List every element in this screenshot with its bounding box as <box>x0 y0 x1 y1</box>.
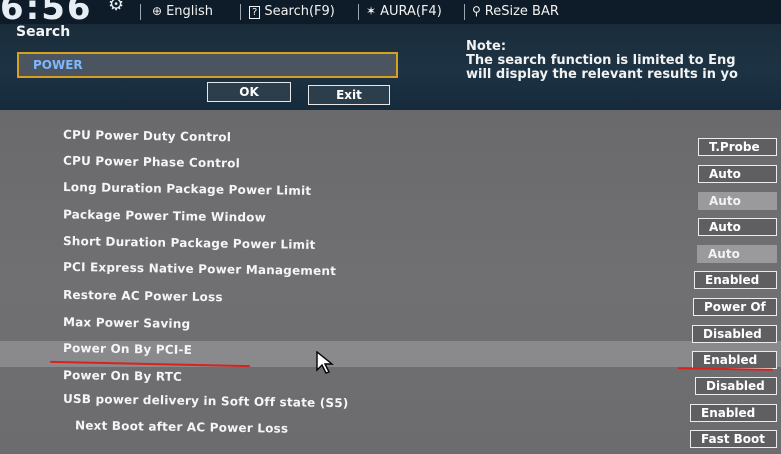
note-line-1: The search function is limited to Eng <box>466 53 736 68</box>
setting-value[interactable]: Disabled <box>692 325 777 343</box>
note-title: Note: <box>466 39 507 54</box>
search-input[interactable]: POWER <box>17 52 398 78</box>
ok-button[interactable]: OK <box>207 82 291 102</box>
search-button[interactable]: ? Search(F9) <box>249 4 335 19</box>
resize-bar-button[interactable]: ⚲ ReSize BAR <box>472 4 559 19</box>
resize-bar-icon: ⚲ <box>472 4 481 18</box>
setting-value: Auto <box>698 192 777 210</box>
note-line-2: will display the relevant results in yo <box>466 67 738 82</box>
search-panel: Search POWER Note: The search function i… <box>0 24 781 110</box>
setting-value[interactable]: Enabled <box>692 351 777 369</box>
setting-value[interactable]: Disabled <box>695 377 777 395</box>
search-key-icon: ? <box>249 6 261 19</box>
setting-label[interactable]: Restore AC Power Loss <box>63 288 223 305</box>
divider <box>464 4 465 20</box>
setting-label[interactable]: CPU Power Phase Control <box>63 154 240 171</box>
setting-label[interactable]: Max Power Saving <box>63 315 191 331</box>
setting-label[interactable]: Power On By RTC <box>63 368 182 384</box>
setting-value[interactable]: Auto <box>698 218 777 236</box>
setting-value[interactable]: Enabled <box>690 404 777 422</box>
search-title: Search <box>16 24 71 40</box>
aura-icon: ✶ <box>366 4 377 18</box>
setting-value[interactable]: Fast Boot <box>690 430 777 448</box>
top-bar: 6:56 ⚙ ⊕ English ? Search(F9) ✶ AURA(F4) ⚲ R… <box>0 0 781 28</box>
language-button[interactable]: ⊕ English <box>152 4 213 19</box>
gear-icon[interactable]: ⚙ <box>108 0 124 15</box>
setting-label[interactable]: CPU Power Duty Control <box>63 128 231 145</box>
search-note: Note: The search function is limited to … <box>466 40 738 82</box>
aura-label: AURA(F4) <box>380 4 442 19</box>
globe-icon: ⊕ <box>152 4 163 18</box>
exit-button[interactable]: Exit <box>308 85 390 105</box>
divider <box>240 4 241 20</box>
setting-value[interactable]: Enabled <box>694 271 777 289</box>
setting-label[interactable]: Power On By PCI-E <box>63 341 192 357</box>
setting-value[interactable]: Auto <box>698 165 777 183</box>
mouse-pointer-icon <box>316 351 334 374</box>
language-label: English <box>166 4 214 19</box>
divider <box>358 4 359 20</box>
divider <box>140 4 141 20</box>
setting-value[interactable]: T.Probe <box>698 138 777 156</box>
resize-bar-label: ReSize BAR <box>484 4 559 19</box>
setting-value[interactable]: Power Of <box>693 298 777 316</box>
setting-value: Auto <box>697 245 777 263</box>
search-button-label: Search(F9) <box>264 4 335 19</box>
aura-button[interactable]: ✶ AURA(F4) <box>366 4 442 19</box>
